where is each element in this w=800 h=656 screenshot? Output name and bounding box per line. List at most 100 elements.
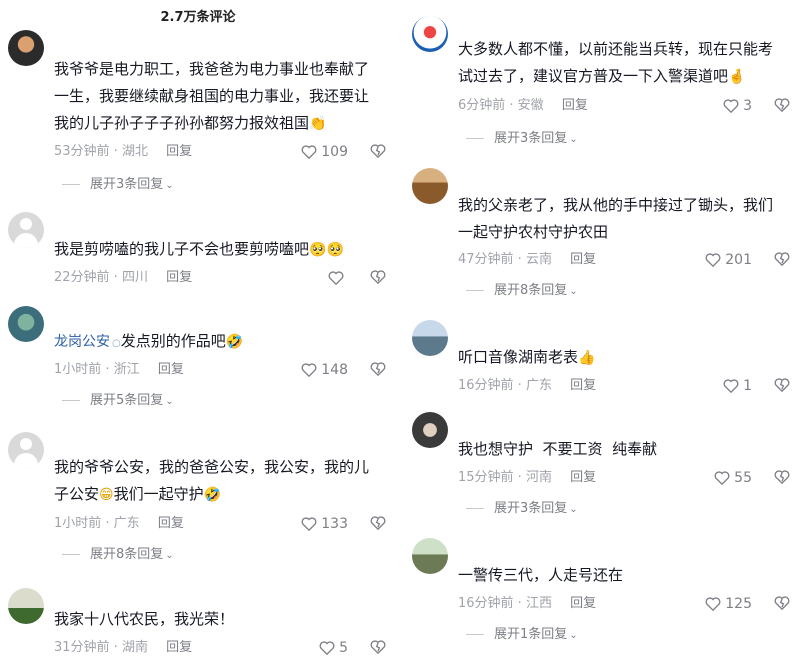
reply-button[interactable]: 回复 — [166, 142, 192, 162]
expand-replies[interactable]: 展开8条回复 ⌄ — [466, 282, 578, 300]
comment-time-location: 15分钟前 · 河南 — [458, 470, 552, 485]
expand-replies[interactable]: 展开3条回复 ⌄ — [62, 176, 174, 194]
comment-text: 我爷爷是电力职工，我爸爸为电力事业也奉献了一生，我要继续献身祖国的电力事业，我还… — [54, 60, 370, 132]
like-count: 1 — [743, 378, 752, 394]
comment-meta: 1小时前 · 广东 回复 133 — [54, 514, 396, 534]
expand-replies[interactable]: 展开8条回复 ⌄ — [62, 546, 174, 564]
comment-meta: 6分钟前 · 安徽 回复 3 — [458, 96, 800, 116]
reply-button[interactable]: 回复 — [570, 250, 596, 270]
comments-panel-right: 大多数人都不懂，以前还能当兵转，现在只能考试过去了，建议官方普及一下入警渠道吧🤞… — [404, 0, 800, 656]
avatar[interactable] — [8, 30, 44, 66]
comment-meta: 47分钟前 · 云南 回复 201 — [458, 250, 800, 270]
dislike-button[interactable] — [774, 377, 790, 399]
broken-heart-icon — [370, 362, 386, 377]
comment-text: 听口音像湖南老表👍 — [458, 348, 596, 366]
comment-time-location: 31分钟前 · 湖南 — [54, 640, 148, 655]
reply-button[interactable]: 回复 — [570, 376, 596, 396]
comment-text: 我是剪唠嗑的我儿子不会也要剪唠嗑吧🥺🥺 — [54, 240, 344, 258]
comment-meta: 1小时前 · 浙江 回复 148 — [54, 360, 396, 380]
like-button[interactable]: 5 — [319, 638, 348, 656]
avatar[interactable] — [8, 306, 44, 342]
like-button[interactable]: 1 — [723, 376, 752, 396]
avatar[interactable] — [412, 538, 448, 574]
dislike-button[interactable] — [370, 515, 386, 537]
avatar[interactable] — [8, 432, 44, 468]
comment-text: 大多数人都不懂，以前还能当兵转，现在只能考试过去了，建议官方普及一下入警渠道吧🤞 — [458, 40, 774, 85]
chevron-down-icon: ⌄ — [569, 286, 578, 297]
like-button[interactable]: 133 — [301, 514, 348, 534]
avatar[interactable] — [412, 320, 448, 356]
reply-button[interactable]: 回复 — [166, 268, 192, 288]
avatar[interactable] — [412, 412, 448, 448]
like-button[interactable] — [328, 268, 348, 288]
reply-button[interactable]: 回复 — [166, 638, 192, 656]
rolling-laugh-emoji: 🤣 — [203, 487, 222, 503]
comment-text: 一警传三代，人走号还在 — [458, 566, 624, 584]
dislike-button[interactable] — [370, 143, 386, 165]
comment-text: 我家十八代农民，我光荣！ — [54, 610, 235, 628]
heart-outline-icon — [301, 517, 317, 532]
like-count: 148 — [321, 362, 348, 378]
reply-button[interactable]: 回复 — [570, 468, 596, 488]
expand-replies[interactable]: 展开3条回复 ⌄ — [466, 130, 578, 148]
avatar[interactable] — [8, 212, 44, 248]
dislike-button[interactable] — [370, 361, 386, 383]
comment-time-location: 47分钟前 · 云南 — [458, 252, 552, 267]
like-count: 133 — [321, 516, 348, 532]
expand-replies[interactable]: 展开3条回复 ⌄ — [466, 500, 578, 518]
comment-time-location: 6分钟前 · 安徽 — [458, 98, 544, 113]
comment-time-location: 16分钟前 · 江西 — [458, 596, 552, 611]
avatar[interactable] — [412, 16, 448, 52]
like-count: 201 — [725, 252, 752, 268]
comment-meta: 15分钟前 · 河南 回复 55 — [458, 468, 800, 488]
broken-heart-icon — [370, 516, 386, 531]
verified-search-icon: ○ — [112, 338, 121, 349]
chevron-down-icon: ⌄ — [165, 180, 174, 191]
broken-heart-icon — [774, 252, 790, 267]
like-count: 5 — [339, 640, 348, 656]
dislike-button[interactable] — [774, 595, 790, 617]
like-count: 109 — [321, 144, 348, 160]
comment-count-title: 2.7万条评论 — [160, 10, 236, 25]
broken-heart-icon — [774, 378, 790, 393]
pleading-face-emoji: 🥺🥺 — [309, 242, 344, 258]
heart-outline-icon — [723, 379, 739, 394]
like-button[interactable]: 3 — [723, 96, 752, 116]
reply-button[interactable]: 回复 — [562, 96, 588, 116]
comment-meta: 16分钟前 · 江西 回复 125 — [458, 594, 800, 614]
comment-meta: 16分钟前 · 广东 回复 1 — [458, 376, 800, 396]
heart-outline-icon — [705, 597, 721, 612]
heart-outline-icon — [723, 99, 739, 114]
thumbs-up-emoji: 👍 — [578, 350, 596, 366]
grinning-emoji: 😁 — [99, 487, 114, 503]
like-button[interactable]: 109 — [301, 142, 348, 162]
dislike-button[interactable] — [370, 639, 386, 656]
broken-heart-icon — [774, 470, 790, 485]
like-button[interactable]: 125 — [705, 594, 752, 614]
comment-time-location: 16分钟前 · 广东 — [458, 378, 552, 393]
rolling-laugh-emoji: 🤣 — [225, 334, 244, 350]
reply-button[interactable]: 回复 — [570, 594, 596, 614]
clap-emoji: 👏 — [309, 116, 327, 132]
author-name[interactable]: 龙岗公安 ○ — [54, 334, 121, 350]
expand-replies[interactable]: 展开5条回复 ⌄ — [62, 392, 174, 410]
heart-outline-icon — [328, 271, 344, 286]
like-button[interactable]: 201 — [705, 250, 752, 270]
reply-button[interactable]: 回复 — [158, 514, 184, 534]
like-button[interactable]: 148 — [301, 360, 348, 380]
broken-heart-icon — [370, 270, 386, 285]
heart-outline-icon — [301, 145, 317, 160]
dislike-button[interactable] — [774, 469, 790, 491]
avatar[interactable] — [8, 588, 44, 624]
dislike-button[interactable] — [774, 97, 790, 119]
heart-outline-icon — [301, 363, 317, 378]
chevron-down-icon: ⌄ — [165, 550, 174, 561]
expand-replies[interactable]: 展开1条回复 ⌄ — [466, 626, 578, 644]
like-count: 55 — [734, 470, 752, 486]
avatar[interactable] — [412, 168, 448, 204]
like-button[interactable]: 55 — [714, 468, 752, 488]
comment-text: 龙岗公安 ○发点别的作品吧🤣 — [54, 332, 244, 350]
dislike-button[interactable] — [774, 251, 790, 273]
reply-button[interactable]: 回复 — [158, 360, 184, 380]
dislike-button[interactable] — [370, 269, 386, 291]
